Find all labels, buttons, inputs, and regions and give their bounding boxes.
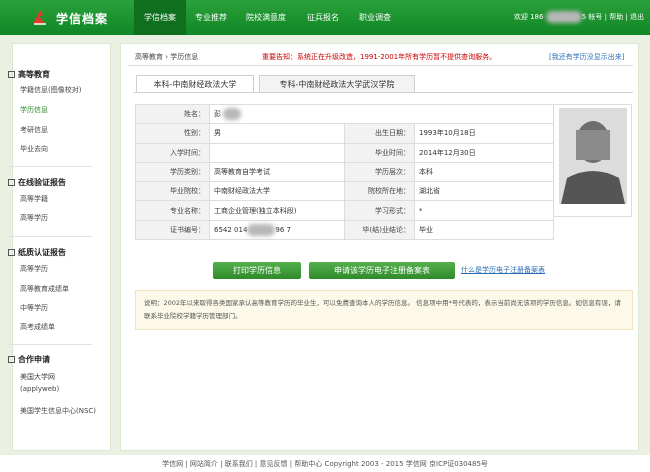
nav-enlistment[interactable]: 征兵报名 — [300, 0, 346, 35]
conclusion-value: 毕业 — [414, 219, 554, 241]
birth-label: 出生日期： — [344, 123, 415, 144]
nav-school-satisfaction[interactable]: 院校满意度 — [238, 0, 294, 35]
tab-divider — [134, 92, 633, 93]
redacted-name — [223, 108, 242, 121]
school-value: 中南财经政法大学 — [209, 181, 345, 202]
divider — [8, 166, 92, 167]
birth-value: 1993年10月18日 — [414, 123, 554, 144]
divider — [128, 65, 633, 66]
missing-degree-link[interactable]: [我还有学历没显示出来] — [549, 52, 624, 62]
type-value: 高等教育自学考试 — [209, 161, 345, 183]
section-icon — [8, 179, 15, 186]
grad-value: 2014年12月30日 — [414, 142, 554, 163]
gender-value: 男 — [209, 123, 345, 144]
major-label: 专业名称： — [135, 200, 210, 221]
site-title[interactable]: 学信档案 — [56, 10, 108, 27]
major-value: 工商企业管理(独立本科段) — [209, 200, 345, 221]
degree-info-table: 姓名： 彭 性别： 男 出生日期： 1993年10月18日 入学时间： 毕业时间… — [135, 103, 554, 241]
enroll-label: 入学时间： — [135, 142, 210, 163]
sidebar-item-destination[interactable]: 毕业去向 — [20, 143, 95, 155]
student-photo — [559, 108, 627, 204]
location-value: 湖北省 — [414, 181, 554, 202]
table-row: 专业名称： 工商企业管理(独立本科段) 学习形式： * — [135, 200, 554, 221]
table-row: 姓名： 彭 — [135, 103, 554, 125]
school-label: 毕业院校： — [135, 181, 210, 202]
sidebar-item-gaokao[interactable]: 高考成绩单 — [20, 321, 95, 333]
nav-career-survey[interactable]: 职业调查 — [352, 0, 398, 35]
divider — [8, 236, 92, 237]
level-value: 本科 — [414, 161, 554, 183]
print-degree-button[interactable]: 打印学历信息 — [213, 262, 301, 279]
table-row: 学历类别： 高等教育自学考试 学历层次： 本科 — [135, 161, 554, 183]
cert-label: 证书编号： — [135, 219, 210, 241]
table-row: 证书编号： 6542 014 96 7 毕(结)业结论： 毕业 — [135, 219, 554, 241]
logo-icon — [33, 10, 46, 25]
cert-prefix: 6542 014 — [214, 225, 248, 234]
section-title: 纸质认证报告 — [18, 248, 66, 257]
account-links[interactable]: 5 帐号 | 帮助 | 退出 — [582, 13, 644, 21]
form-value: * — [414, 200, 554, 221]
welcome-bar: 欢迎 186 5 帐号 | 帮助 | 退出 — [514, 0, 644, 35]
explanation-note: 说明：2002年以来取得各类国家承认高等教育学历的毕业生，可以免费查询本人的学历… — [135, 290, 633, 330]
nav-xuexin-archive[interactable]: 学信档案 — [134, 0, 186, 35]
form-label: 学习形式： — [344, 200, 415, 221]
table-row: 入学时间： 毕业时间： 2014年12月30日 — [135, 142, 554, 163]
sidebar-section-higher-edu: 高等教育 — [8, 69, 50, 80]
apply-e-registration-button[interactable]: 申请该学历电子注册备案表 — [309, 262, 455, 279]
welcome-text: 欢迎 186 — [513, 13, 544, 21]
sidebar-section-partners: 合作申请 — [8, 354, 50, 365]
sidebar-item-degree-info[interactable]: 学历信息 — [20, 104, 95, 116]
sidebar-item-paper-degree[interactable]: 高等学历 — [20, 263, 95, 275]
sidebar-item-postgrad[interactable]: 考研信息 — [20, 124, 95, 136]
redacted-account — [545, 11, 582, 23]
sidebar-item-online-degree[interactable]: 高等学历 — [20, 212, 95, 224]
grad-label: 毕业时间： — [344, 142, 415, 163]
section-icon — [8, 71, 15, 78]
sidebar-item-secondary[interactable]: 中等学历 — [20, 302, 95, 314]
top-header: 学信档案 学信档案 专业推荐 院校满意度 征兵报名 职业调查 欢迎 186 5 … — [0, 0, 650, 35]
tab-undergrad[interactable]: 本科-中南财经政法大学 — [136, 75, 254, 93]
cert-suffix: 96 7 — [275, 225, 291, 234]
important-notice: 重要告知：系统正在升级改造，1991-2001年所有学历暂不提供查询服务。 — [262, 53, 497, 61]
sidebar-section-paper-report: 纸质认证报告 — [8, 247, 66, 258]
sidebar-item-online-enroll[interactable]: 高等学籍 — [20, 193, 95, 205]
sidebar-item-enrollment[interactable]: 学籍信息(图像校对) — [20, 84, 95, 96]
tab-junior-college[interactable]: 专科-中南财经政法大学武汉学院 — [259, 75, 415, 93]
level-label: 学历层次： — [344, 161, 415, 183]
sidebar-item-applyweb[interactable]: 美国大学网(applyweb) — [20, 371, 80, 395]
section-title: 高等教育 — [18, 70, 50, 79]
name-label: 姓名： — [135, 103, 210, 125]
enroll-value — [209, 142, 345, 163]
section-icon — [8, 356, 15, 363]
section-icon — [8, 249, 15, 256]
footer[interactable]: 学信网 | 网站简介 | 联系我们 | 意见反馈 | 帮助中心 Copyrigh… — [0, 459, 650, 469]
location-label: 院校所在地： — [344, 181, 415, 202]
divider — [8, 344, 92, 345]
name-value: 彭 — [209, 103, 554, 125]
cert-value: 6542 014 96 7 — [209, 219, 345, 241]
breadcrumb[interactable]: 高等教育 › 学历信息 — [135, 52, 198, 62]
conclusion-label: 毕(结)业结论： — [344, 219, 415, 241]
photo-placeholder-icon — [559, 108, 627, 204]
sidebar-section-online-report: 在线验证报告 — [8, 177, 66, 188]
section-title: 在线验证报告 — [18, 178, 66, 187]
redacted-cert — [247, 223, 276, 236]
sidebar-item-nsc[interactable]: 美国学生信息中心(NSC) — [20, 405, 98, 417]
type-label: 学历类别： — [135, 161, 210, 183]
table-row: 性别： 男 出生日期： 1993年10月18日 — [135, 123, 554, 144]
gender-label: 性别： — [135, 123, 210, 144]
what-is-e-registration-link[interactable]: 什么是学历电子注册备案表 — [461, 265, 545, 275]
table-row: 毕业院校： 中南财经政法大学 院校所在地： 湖北省 — [135, 181, 554, 202]
name-text: 彭 — [214, 110, 221, 119]
sidebar-item-paper-transcript[interactable]: 高等教育成绩单 — [20, 283, 95, 295]
nav-major-recommend[interactable]: 专业推荐 — [188, 0, 234, 35]
section-title: 合作申请 — [18, 355, 50, 364]
